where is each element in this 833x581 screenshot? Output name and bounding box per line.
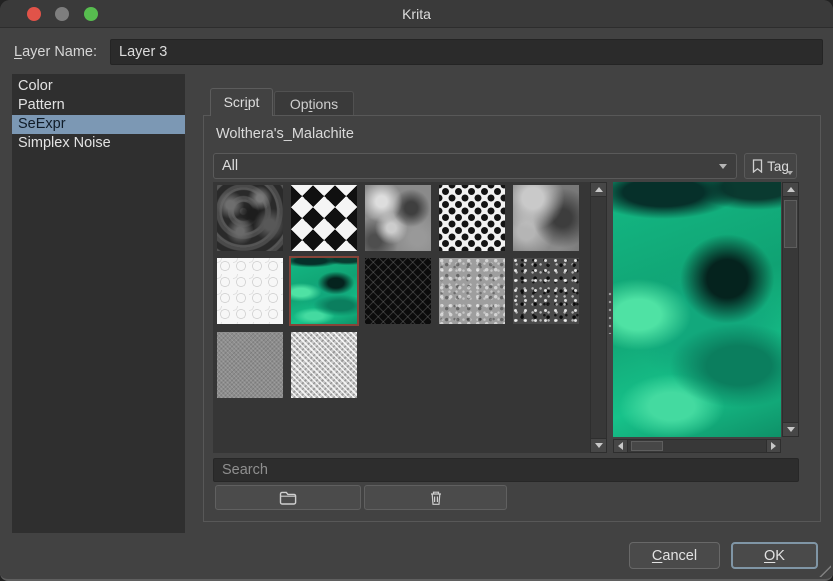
preview-scroll-down-button[interactable] <box>783 422 798 436</box>
grid-vertical-scrollbar[interactable] <box>590 182 607 453</box>
arrow-right-icon <box>771 442 776 450</box>
pattern-thumbnail-gray-canvas[interactable] <box>217 332 283 398</box>
bookmark-icon <box>752 159 763 173</box>
arrow-left-icon <box>618 442 623 450</box>
preview-hscroll-thumb[interactable] <box>631 441 663 451</box>
list-item-color[interactable]: Color <box>12 77 185 96</box>
tab-options[interactable]: Options <box>274 91 354 115</box>
arrow-up-icon <box>595 187 603 192</box>
tag-filter-value: All <box>222 154 238 178</box>
grid-scroll-up-button[interactable] <box>591 183 606 197</box>
preview-scroll-left-button[interactable] <box>614 440 628 452</box>
cancel-label-mnemonic: C <box>652 548 662 564</box>
preview-vertical-scrollbar[interactable] <box>782 182 799 437</box>
pattern-thumbnail-concrete-noise[interactable] <box>439 258 505 324</box>
tab-options-label-post: ions <box>312 96 338 112</box>
pattern-thumbnail-dark-maze[interactable] <box>365 258 431 324</box>
tab-script[interactable]: Script <box>210 88 273 116</box>
preview-scroll-right-button[interactable] <box>766 440 780 452</box>
pattern-thumbnail-light-weave[interactable] <box>291 332 357 398</box>
splitter-handle[interactable] <box>608 290 612 334</box>
pattern-thumbnail-halftone-dots[interactable] <box>439 185 505 251</box>
titlebar[interactable]: Krita <box>0 0 833 28</box>
chevron-down-icon <box>719 164 727 169</box>
layer-name-input[interactable] <box>110 39 823 65</box>
ok-label-mnemonic: O <box>764 548 775 564</box>
cancel-button[interactable]: Cancel <box>629 542 720 569</box>
chevron-down-icon <box>787 171 793 175</box>
ok-button[interactable]: OK <box>731 542 818 569</box>
cancel-label-post: ancel <box>662 548 697 564</box>
pattern-thumbnail-bw-triangles[interactable] <box>291 185 357 251</box>
pattern-preview-image <box>613 182 781 437</box>
search-input[interactable] <box>213 458 799 482</box>
pattern-thumbnail-light-squiggle[interactable] <box>217 258 283 324</box>
preview-vscroll-thumb[interactable] <box>784 200 797 248</box>
layer-name-label: Layer Name: <box>14 39 97 65</box>
pattern-thumbnail-malachite-selected[interactable] <box>291 258 357 324</box>
resize-grip[interactable] <box>818 564 831 577</box>
pattern-thumbnail-gray-clouds[interactable] <box>365 185 431 251</box>
list-item-pattern[interactable]: Pattern <box>12 96 185 115</box>
tab-script-label-post: pt <box>248 94 260 110</box>
arrow-down-icon <box>787 427 795 432</box>
krita-layer-dialog: Krita Layer Name: Color Pattern SeExpr S… <box>0 0 833 581</box>
pattern-thumbnail-dark-speckle[interactable] <box>513 258 579 324</box>
arrow-down-icon <box>595 443 603 448</box>
trash-icon <box>429 490 443 506</box>
import-resource-button[interactable] <box>215 485 361 510</box>
tag-button-label: Tag <box>767 159 789 174</box>
grid-scroll-down-button[interactable] <box>591 438 606 452</box>
tag-button[interactable]: Tag <box>744 153 797 179</box>
preview-horizontal-scrollbar[interactable] <box>613 439 781 453</box>
list-item-seexpr[interactable]: SeExpr <box>12 115 185 134</box>
pattern-grid <box>213 182 590 453</box>
window-title: Krita <box>0 0 833 28</box>
list-item-simplex-noise[interactable]: Simplex Noise <box>12 134 185 153</box>
layer-name-label-mnemonic: L <box>14 44 22 60</box>
pattern-thumbnail-dark-marble[interactable] <box>217 185 283 251</box>
tab-script-label-pre: Scr <box>224 94 245 110</box>
delete-resource-button[interactable] <box>364 485 507 510</box>
arrow-up-icon <box>787 187 795 192</box>
ok-label-post: K <box>775 548 785 564</box>
tag-filter-combobox[interactable]: All <box>213 153 737 179</box>
selected-pattern-name: Wolthera's_Malachite <box>216 126 354 142</box>
preview-scroll-up-button[interactable] <box>783 183 798 197</box>
generator-type-list: Color Pattern SeExpr Simplex Noise <box>12 74 185 533</box>
layer-name-label-post: ayer Name: <box>22 44 97 60</box>
pattern-thumbnail-smoke[interactable] <box>513 185 579 251</box>
folder-icon <box>279 491 297 505</box>
tab-options-label-pre: Op <box>290 96 309 112</box>
